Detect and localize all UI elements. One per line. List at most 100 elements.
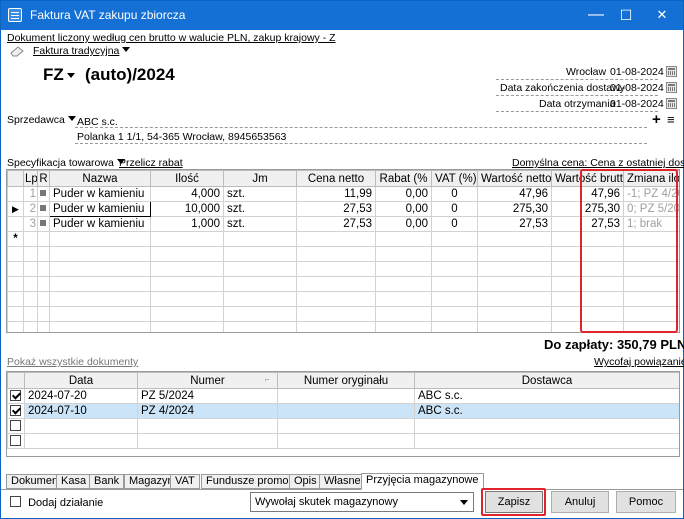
table-row[interactable]: 3 Puder w kamieniu 1,000 szt. 27,53 0,00… — [7, 216, 679, 232]
calendar-icon[interactable] — [666, 82, 677, 93]
row-selector[interactable] — [7, 186, 24, 202]
column-header[interactable]: Data — [24, 372, 138, 389]
column-header[interactable]: VAT (%) — [431, 170, 478, 187]
column-header[interactable]: Jm — [223, 170, 297, 187]
unlink-documents-link[interactable]: Wycofaj powiązanie — [594, 356, 684, 368]
name-cell[interactable]: Puder w kamieniu — [49, 201, 151, 217]
net-value-cell[interactable]: 27,53 — [477, 216, 552, 232]
show-all-documents-link[interactable]: Pokaż wszystkie dokumenty — [7, 356, 138, 368]
column-header[interactable]: Nazwa — [49, 170, 151, 187]
quantity-cell[interactable]: 4,000 — [150, 186, 224, 202]
column-header[interactable]: R — [37, 170, 50, 187]
supplier-cell: ABC s.c. — [414, 388, 679, 404]
date-cell: 2024-07-10 — [24, 403, 138, 419]
add-action-checkbox[interactable] — [10, 496, 21, 507]
window-title: Faktura VAT zakupu zbiorcza — [30, 8, 186, 22]
calendar-icon[interactable] — [666, 66, 677, 77]
warehouse-effect-select[interactable]: Wywołaj skutek magazynowy — [250, 492, 474, 512]
add-seller-icon[interactable]: + — [652, 111, 661, 128]
vat-cell[interactable]: 0 — [431, 186, 478, 202]
date-cell: 2024-07-20 — [24, 388, 138, 404]
series-prefix-dropdown[interactable]: FZ — [43, 65, 75, 85]
column-header[interactable]: Numer oryginału — [277, 372, 415, 389]
discount-cell[interactable]: 0,00 — [375, 186, 432, 202]
tab-kasa[interactable]: Kasa — [56, 474, 92, 489]
new-row-icon[interactable]: * — [7, 231, 24, 247]
delivery-date[interactable]: 01-08-2024 — [610, 82, 664, 94]
tab-vat[interactable]: VAT — [170, 474, 200, 489]
discount-cell[interactable]: 0,00 — [375, 216, 432, 232]
maximize-button[interactable]: ☐ — [615, 5, 637, 25]
vat-cell[interactable]: 0 — [431, 201, 478, 217]
document-checkbox[interactable] — [10, 434, 21, 446]
empty-row[interactable] — [7, 418, 679, 434]
empty-row — [7, 276, 679, 292]
document-calculation-note[interactable]: Dokument liczony według cen brutto w wal… — [7, 32, 336, 44]
eraser-icon — [9, 45, 25, 57]
issue-date[interactable]: 01-08-2024 — [610, 66, 664, 78]
net-value-cell[interactable]: 275,30 — [477, 201, 552, 217]
column-header[interactable]: Wartość netto — [477, 170, 552, 187]
document-checkbox[interactable] — [10, 419, 21, 431]
unit-cell[interactable]: szt. — [223, 186, 297, 202]
tab-wlasne[interactable]: Własne — [319, 474, 366, 489]
received-date[interactable]: 01-08-2024 — [610, 98, 664, 110]
row-status-icon — [40, 205, 46, 211]
quantity-cell[interactable]: 10,000 — [150, 201, 224, 217]
place-of-issue[interactable]: Wrocław — [566, 66, 606, 78]
empty-row[interactable] — [7, 433, 679, 449]
table-row-selected[interactable]: 2024-07-10 PZ 4/2024 ABC s.c. — [7, 403, 679, 419]
seller-menu[interactable]: Sprzedawca — [7, 114, 76, 126]
supplier-cell: ABC s.c. — [414, 403, 679, 419]
tab-opis[interactable]: Opis — [289, 474, 322, 489]
net-price-cell[interactable]: 11,99 — [296, 186, 376, 202]
add-action-label: Dodaj działanie — [28, 497, 104, 509]
close-button[interactable]: ✕ — [651, 5, 673, 25]
total-to-pay: Do zapłaty: 350,79 PLN — [544, 337, 684, 352]
warehouse-effect-value: Wywołaj skutek magazynowy — [255, 496, 398, 508]
help-button[interactable]: Pomoc — [616, 491, 676, 513]
items-header-row: Lp R Nazwa Ilość Jm Cena netto Rabat (% … — [7, 170, 679, 187]
recalculate-discount-link[interactable]: Przelicz rabat — [119, 157, 183, 169]
net-value-cell[interactable]: 47,96 — [477, 186, 552, 202]
net-price-cell[interactable]: 27,53 — [296, 201, 376, 217]
column-header[interactable]: Numer ⌐ — [137, 372, 278, 389]
default-price-link[interactable]: Domyślna cena: Cena z ostatniej dostawy — [512, 157, 684, 169]
empty-row — [7, 321, 679, 332]
specification-menu[interactable]: Specyfikacja towarowa — [7, 157, 125, 169]
document-number: (auto)/2024 — [85, 65, 175, 84]
quantity-cell[interactable]: 1,000 — [150, 216, 224, 232]
current-row-icon[interactable]: ▶ — [7, 201, 24, 217]
column-header[interactable]: Lp — [23, 170, 38, 187]
name-cell[interactable]: Puder w kamieniu — [49, 186, 151, 202]
row-selector[interactable] — [7, 216, 24, 232]
calendar-icon[interactable] — [666, 98, 677, 109]
cancel-button[interactable]: Anuluj — [551, 491, 609, 513]
table-row[interactable]: ▶ 2 Puder w kamieniu 10,000 szt. 27,53 0… — [7, 201, 679, 217]
column-header[interactable]: Cena netto — [296, 170, 376, 187]
delivery-date-label: Data zakończenia dostawy — [500, 82, 625, 94]
lp-cell: 3 — [23, 216, 38, 232]
discount-cell[interactable]: 0,00 — [375, 201, 432, 217]
document-kind-menu[interactable]: Faktura tradycyjna — [33, 45, 130, 57]
unit-cell[interactable]: szt. — [223, 216, 297, 232]
document-checkbox[interactable] — [10, 404, 21, 416]
tab-bank[interactable]: Bank — [89, 474, 125, 489]
table-row[interactable]: 1 Puder w kamieniu 4,000 szt. 11,99 0,00… — [7, 186, 679, 202]
chevron-down-icon — [460, 500, 468, 505]
vat-cell[interactable]: 0 — [431, 216, 478, 232]
column-header[interactable]: Dostawca — [414, 372, 679, 389]
column-header[interactable]: Ilość — [150, 170, 224, 187]
net-price-cell[interactable]: 27,53 — [296, 216, 376, 232]
tab-przyjecia-magazynowe[interactable]: Przyjęcia magazynowe — [361, 473, 484, 490]
unit-cell[interactable]: szt. — [223, 201, 297, 217]
name-cell[interactable]: Puder w kamieniu — [49, 216, 151, 232]
column-header[interactable]: Rabat (% — [375, 170, 432, 187]
document-checkbox[interactable] — [10, 389, 21, 401]
new-row[interactable]: * — [7, 231, 679, 247]
documents-grid: Data Numer ⌐ Numer oryginału Dostawca 202… — [6, 371, 680, 457]
table-row[interactable]: 2024-07-20 PZ 5/2024 ABC s.c. — [7, 388, 679, 404]
seller-list-icon[interactable]: ≡ — [667, 112, 675, 127]
row-selector-header — [7, 170, 24, 187]
minimize-button[interactable]: — — [585, 5, 607, 25]
